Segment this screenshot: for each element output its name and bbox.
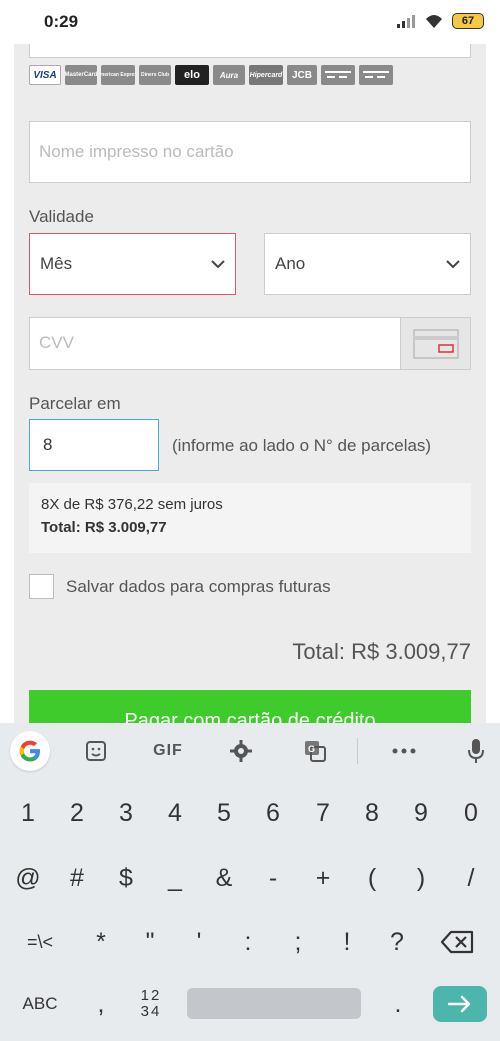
microphone-icon[interactable]	[458, 733, 494, 769]
key-numbers[interactable]: 12 34	[126, 976, 176, 1032]
key-exclamation[interactable]: !	[322, 914, 372, 970]
save-data-checkbox[interactable]	[29, 574, 54, 599]
key-single-quote[interactable]: '	[174, 914, 224, 970]
generic-card-logo	[359, 65, 393, 85]
key-abc[interactable]: ABC	[15, 976, 65, 1032]
mastercard-logo: MasterCard	[65, 65, 97, 85]
key-numbers-bottom: 34	[140, 1003, 162, 1020]
key-open-paren[interactable]: (	[347, 850, 397, 906]
key-6[interactable]: 6	[248, 785, 298, 841]
generic-card-logo	[321, 65, 355, 85]
key-9[interactable]: 9	[396, 785, 446, 841]
enter-key[interactable]	[433, 986, 487, 1022]
backspace-icon[interactable]	[433, 914, 483, 970]
month-select[interactable]: Mês	[29, 233, 236, 295]
key-8[interactable]: 8	[347, 785, 397, 841]
signal-icon	[397, 15, 415, 28]
key-4[interactable]: 4	[150, 785, 200, 841]
key-comma[interactable]: ,	[76, 976, 126, 1032]
visa-logo: VISA	[29, 65, 61, 85]
key-ampersand[interactable]: &	[199, 850, 249, 906]
cvv-card-addon	[400, 318, 470, 369]
sticker-icon[interactable]	[78, 733, 114, 769]
diners-logo: Diners Club	[139, 65, 171, 85]
installment-detail: 8X de R$ 376,22 sem juros	[41, 496, 223, 513]
key-minus[interactable]: -	[248, 850, 298, 906]
key-1[interactable]: 1	[3, 785, 53, 841]
card-number-input[interactable]	[29, 44, 471, 58]
key-at[interactable]: @	[3, 850, 53, 906]
key-0[interactable]: 0	[446, 785, 496, 841]
battery-icon: 67	[452, 13, 484, 29]
key-2[interactable]: 2	[52, 785, 102, 841]
symbol-row-2: =\< * " ' : ; ! ?	[0, 914, 500, 974]
key-3[interactable]: 3	[101, 785, 151, 841]
soft-keyboard: GIF G 1 2 3 4 5 6 7 8 9 0 @ # $ _ & - + …	[0, 723, 500, 1041]
order-total: Total: R$ 3.009,77	[292, 639, 471, 664]
cvv-placeholder: CVV	[39, 333, 74, 352]
month-select-value: Mês	[40, 254, 73, 273]
key-underscore[interactable]: _	[150, 850, 200, 906]
space-bar[interactable]	[187, 988, 361, 1019]
key-period[interactable]: .	[373, 976, 423, 1032]
save-data-label: Salvar dados para compras futuras	[66, 576, 331, 596]
key-question[interactable]: ?	[372, 914, 422, 970]
save-data-row[interactable]: Salvar dados para compras futuras	[29, 574, 331, 599]
status-time: 0:29	[44, 12, 79, 31]
key-7[interactable]: 7	[298, 785, 348, 841]
key-double-quote[interactable]: "	[125, 914, 175, 970]
cvv-input[interactable]: CVV	[29, 317, 471, 370]
validade-label: Validade	[29, 207, 94, 226]
installment-summary: 8X de R$ 376,22 sem juros Total: R$ 3.00…	[29, 483, 471, 553]
svg-text:G: G	[308, 744, 315, 754]
wifi-icon	[426, 15, 442, 28]
status-bar: 0:29 67	[0, 0, 500, 44]
more-options-icon[interactable]	[386, 733, 422, 769]
cardholder-name-input[interactable]: Nome impresso no cartão	[29, 121, 471, 183]
symbol-row-1: @ # $ _ & - + ( ) /	[0, 850, 500, 910]
aura-logo: Aura	[213, 65, 245, 85]
elo-logo: elo	[175, 65, 209, 85]
jcb-logo: JCB	[287, 65, 317, 85]
pay-credit-card-button[interactable]: Pagar com cartão de crédito	[29, 690, 471, 724]
chevron-down-icon	[446, 260, 460, 269]
card-brands: VISA MasterCard American Express Diners …	[29, 65, 393, 85]
parcelar-label: Parcelar em	[29, 394, 121, 413]
key-5[interactable]: 5	[199, 785, 249, 841]
arrow-right-icon	[448, 995, 471, 1013]
checkout-page: VISA MasterCard American Express Diners …	[14, 44, 486, 724]
key-asterisk[interactable]: *	[76, 914, 126, 970]
installments-hint: (informe ao lado o N° de parcelas)	[172, 436, 432, 455]
settings-gear-icon[interactable]	[223, 733, 259, 769]
keyboard-toolbar: GIF G	[0, 723, 500, 780]
year-select-value: Ano	[275, 254, 306, 273]
key-dollar[interactable]: $	[101, 850, 151, 906]
key-more-symbols[interactable]: =\<	[15, 914, 65, 970]
hipercard-logo: Hipercard	[249, 65, 283, 85]
year-select[interactable]: Ano	[264, 233, 471, 295]
number-row: 1 2 3 4 5 6 7 8 9 0	[0, 785, 500, 845]
key-colon[interactable]: :	[223, 914, 273, 970]
key-hash[interactable]: #	[52, 850, 102, 906]
amex-logo: American Express	[101, 65, 135, 85]
chevron-down-icon	[211, 260, 225, 269]
key-semicolon[interactable]: ;	[273, 914, 323, 970]
installments-input[interactable]: 8	[29, 419, 159, 471]
key-slash[interactable]: /	[446, 850, 496, 906]
status-icons: 67	[396, 13, 484, 29]
gif-button[interactable]: GIF	[148, 733, 188, 769]
translate-icon[interactable]: G	[297, 733, 333, 769]
installment-total: Total: R$ 3.009,77	[41, 519, 167, 536]
google-icon[interactable]	[10, 731, 50, 771]
toolbar-divider	[357, 738, 358, 764]
key-numbers-top: 12	[140, 987, 162, 1004]
key-plus[interactable]: +	[298, 850, 348, 906]
key-close-paren[interactable]: )	[396, 850, 446, 906]
card-back-icon	[412, 328, 459, 359]
